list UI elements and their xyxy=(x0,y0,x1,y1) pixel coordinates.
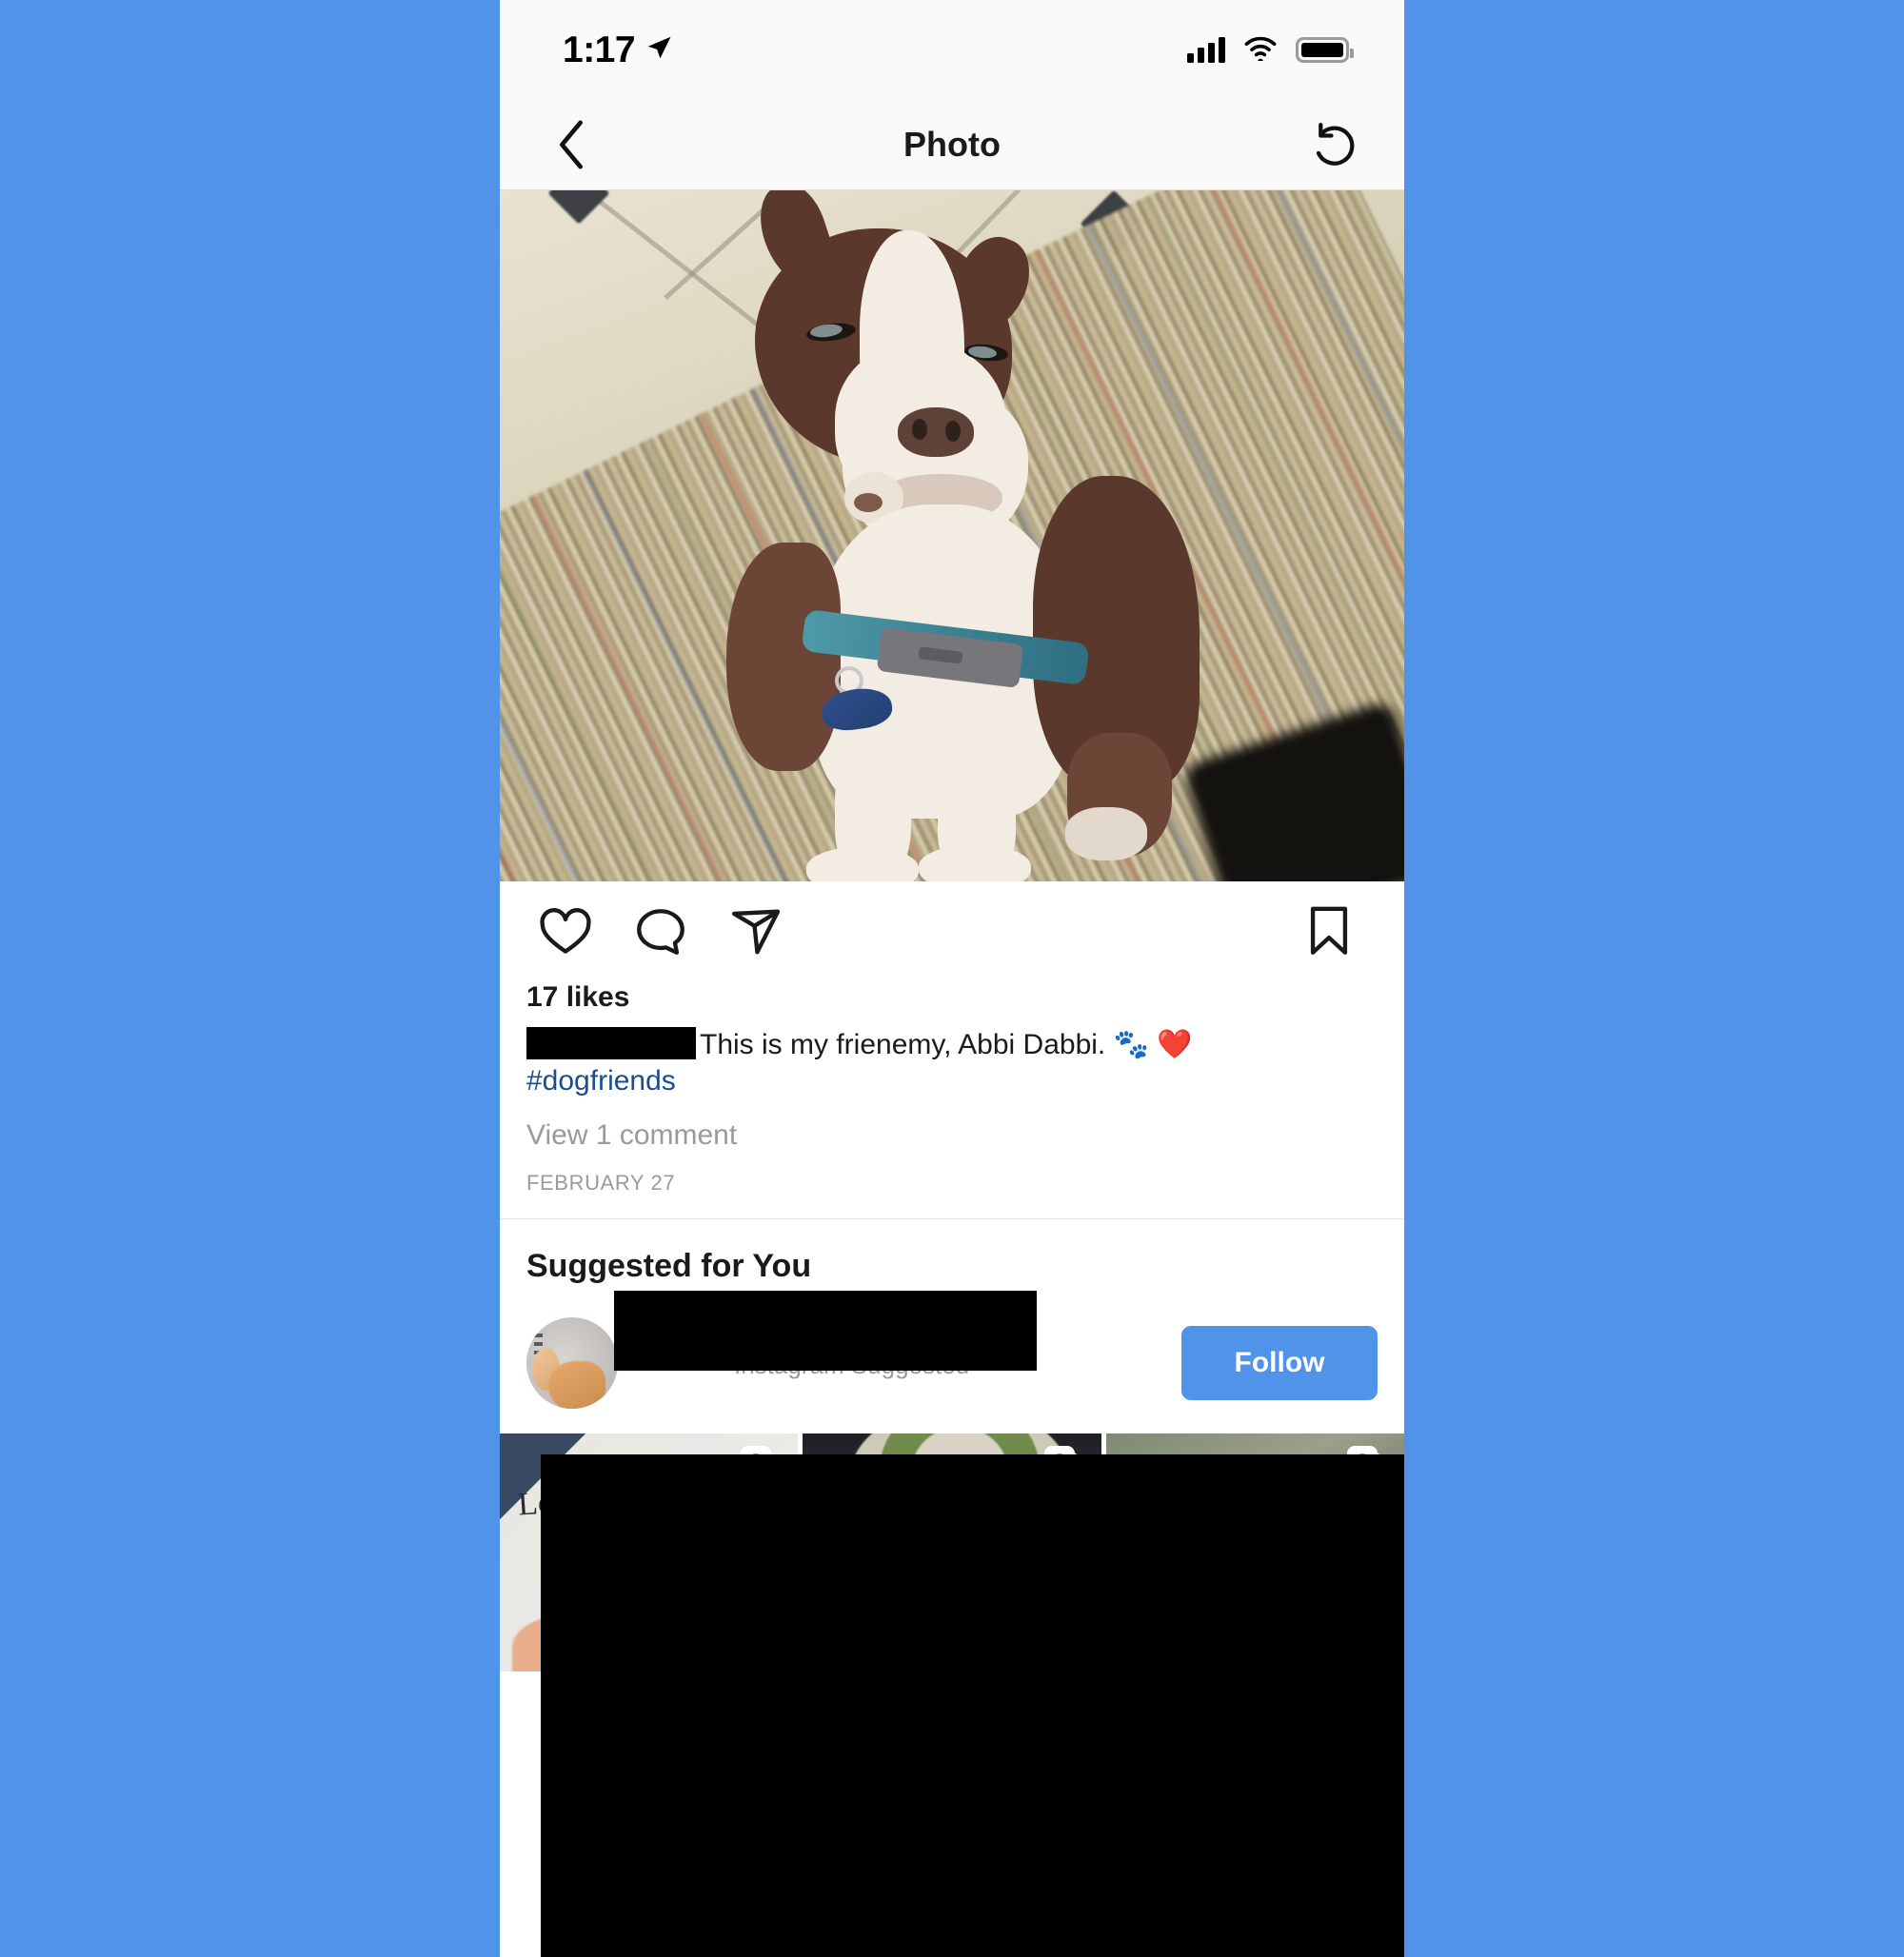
red-heart-icon: ❤️ xyxy=(1157,1029,1193,1060)
comment-button[interactable] xyxy=(633,904,688,959)
phone-screen: 1:17 Photo 17 likes This is my frienemy,… xyxy=(500,0,1404,1957)
likes-count[interactable]: 17 likes xyxy=(526,981,1378,1014)
post-action-bar xyxy=(500,881,1404,981)
back-button[interactable] xyxy=(538,111,605,178)
location-arrow-icon xyxy=(645,30,673,71)
wifi-icon xyxy=(1242,34,1279,66)
battery-full-icon xyxy=(1296,37,1354,63)
follow-button[interactable]: Follow xyxy=(1181,1325,1378,1400)
dog-subject xyxy=(500,190,1404,881)
suggested-title: Suggested for You xyxy=(526,1247,812,1284)
suggested-username-redaction xyxy=(614,1290,1037,1371)
suggested-account-row: Instagram Suggested Follow xyxy=(526,1290,1378,1409)
signal-bars-icon xyxy=(1187,36,1225,63)
caption-block: 17 likes This is my frienemy, Abbi Dabbi… xyxy=(500,981,1404,1218)
caption-text: This is my frienemy, Abbi Dabbi. xyxy=(700,1029,1114,1060)
navigation-bar: Photo xyxy=(500,100,1404,190)
username-redaction xyxy=(526,1027,696,1059)
post-image[interactable] xyxy=(500,190,1404,881)
page-title: Photo xyxy=(903,125,1001,164)
suggested-section: Suggested for You Instagram Suggested Fo… xyxy=(500,1219,1404,1433)
status-bar-time: 1:17 xyxy=(563,29,636,70)
share-button[interactable] xyxy=(728,904,783,959)
view-comments-link[interactable]: View 1 comment xyxy=(526,1119,1378,1152)
refresh-button[interactable] xyxy=(1299,111,1366,178)
hashtag-link[interactable]: #dogfriends xyxy=(526,1065,676,1097)
avatar[interactable] xyxy=(526,1316,618,1409)
status-bar: 1:17 xyxy=(500,0,1404,100)
like-button[interactable] xyxy=(538,904,593,959)
photo-grid: Los S 6-1 xyxy=(500,1433,1404,1957)
paw-prints-icon: 🐾 xyxy=(1113,1029,1149,1060)
post-actions-left xyxy=(528,904,783,959)
status-bar-time-group: 1:17 xyxy=(545,30,673,71)
post-date: FEBRUARY 27 xyxy=(526,1170,676,1195)
suggested-account-meta: Instagram Suggested xyxy=(614,1290,1157,1380)
grid-redaction xyxy=(541,1453,1404,1957)
status-bar-indicators xyxy=(1187,34,1359,66)
caption: This is my frienemy, Abbi Dabbi. 🐾 ❤️ #d… xyxy=(526,1027,1378,1100)
save-button[interactable] xyxy=(1303,904,1376,959)
